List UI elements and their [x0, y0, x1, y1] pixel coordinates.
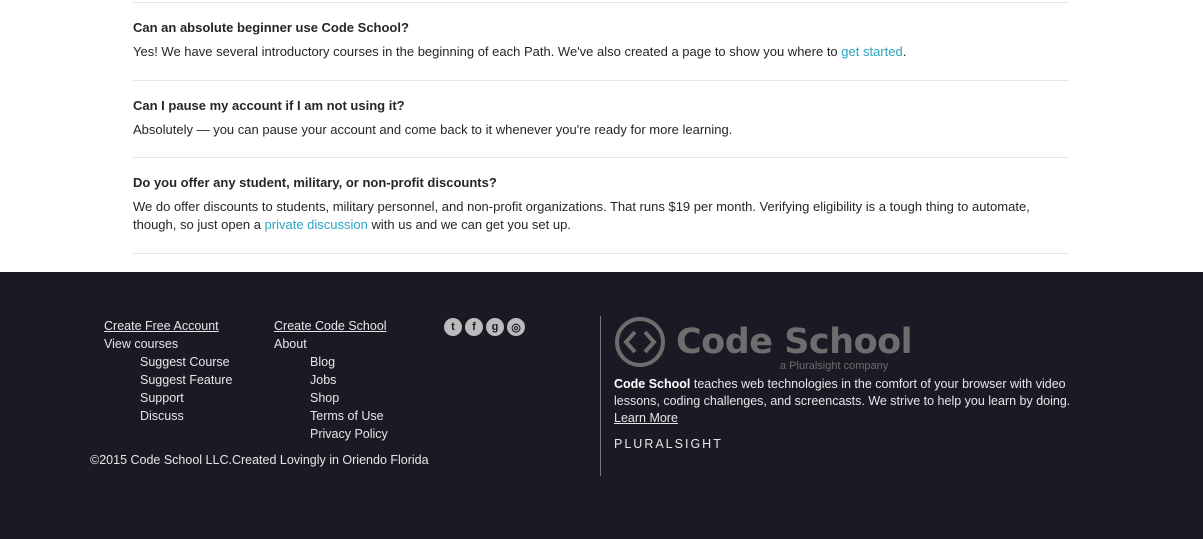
privacy-link[interactable]: Privacy Policy	[310, 425, 388, 443]
create-free-account-link[interactable]: Create Free Account	[104, 319, 219, 333]
shop-link[interactable]: Shop	[310, 389, 388, 407]
support-link[interactable]: Support	[140, 389, 232, 407]
brand-description: Code School teaches web technologies in …	[614, 376, 1094, 427]
blog-link[interactable]: Blog	[310, 353, 388, 371]
footer-divider	[600, 316, 601, 476]
faq-section: Can an absolute beginner use Code School…	[0, 0, 1203, 272]
footer-sublinks-1: Suggest Course Suggest Feature Support D…	[104, 353, 232, 425]
brand-name: Code School	[614, 377, 691, 391]
logo-wordmark: Code School	[676, 322, 913, 362]
pluralsight-logo[interactable]: PLURALSIGHT	[614, 437, 1094, 451]
faq-question: Can an absolute beginner use Code School…	[133, 20, 409, 35]
faq-answer-end: .	[902, 44, 907, 59]
footer-column-1: Create Free Account View courses Suggest…	[104, 317, 232, 425]
logo-subtitle: a Pluralsight company	[780, 360, 889, 372]
social-links: t f g ◎	[444, 318, 525, 336]
faq-answer-text: Yes! We have several introductory course…	[133, 44, 842, 59]
twitter-icon[interactable]: t	[444, 318, 462, 336]
terms-link[interactable]: Terms of Use	[310, 407, 388, 425]
faq-question: Do you offer any student, military, or n…	[133, 175, 497, 190]
view-courses-link[interactable]: View courses	[104, 335, 232, 353]
faq-answer: Yes! We have several introductory course…	[133, 43, 1069, 61]
faq-top-divider	[133, 2, 1069, 3]
code-school-logo-icon	[615, 317, 665, 367]
faq-item: Can an absolute beginner use Code School…	[133, 20, 1069, 81]
get-started-link[interactable]: get started	[841, 44, 902, 59]
footer-sublinks-2: Blog Jobs Shop Terms of Use Privacy Poli…	[274, 353, 388, 443]
learn-more-link[interactable]: Learn More	[614, 411, 678, 425]
faq-answer: Absolutely — you can pause your account …	[133, 122, 733, 137]
copyright: ©2015 Code School LLC.Created Lovingly i…	[90, 453, 429, 467]
site-footer: Create Free Account View courses Suggest…	[0, 272, 1203, 539]
create-code-school-link[interactable]: Create Code School	[274, 319, 387, 333]
suggest-course-link[interactable]: Suggest Course	[140, 353, 232, 371]
instagram-icon[interactable]: ◎	[507, 318, 525, 336]
faq-item: Can I pause my account if I am not using…	[133, 98, 1069, 158]
footer-column-2: Create Code School About Blog Jobs Shop …	[274, 317, 388, 443]
facebook-icon[interactable]: f	[465, 318, 483, 336]
faq-answer: We do offer discounts to students, milit…	[133, 198, 1069, 234]
suggest-feature-link[interactable]: Suggest Feature	[140, 371, 232, 389]
faq-answer-end: with us and we can get you set up.	[367, 217, 571, 232]
private-discussion-link[interactable]: private discussion	[265, 217, 368, 232]
faq-question: Can I pause my account if I am not using…	[133, 98, 405, 113]
google-plus-icon[interactable]: g	[486, 318, 504, 336]
discuss-link[interactable]: Discuss	[140, 407, 232, 425]
about-link[interactable]: About	[274, 335, 388, 353]
faq-item: Do you offer any student, military, or n…	[133, 175, 1069, 254]
brand-block: Code School a Pluralsight company Code S…	[614, 316, 1094, 451]
jobs-link[interactable]: Jobs	[310, 371, 388, 389]
